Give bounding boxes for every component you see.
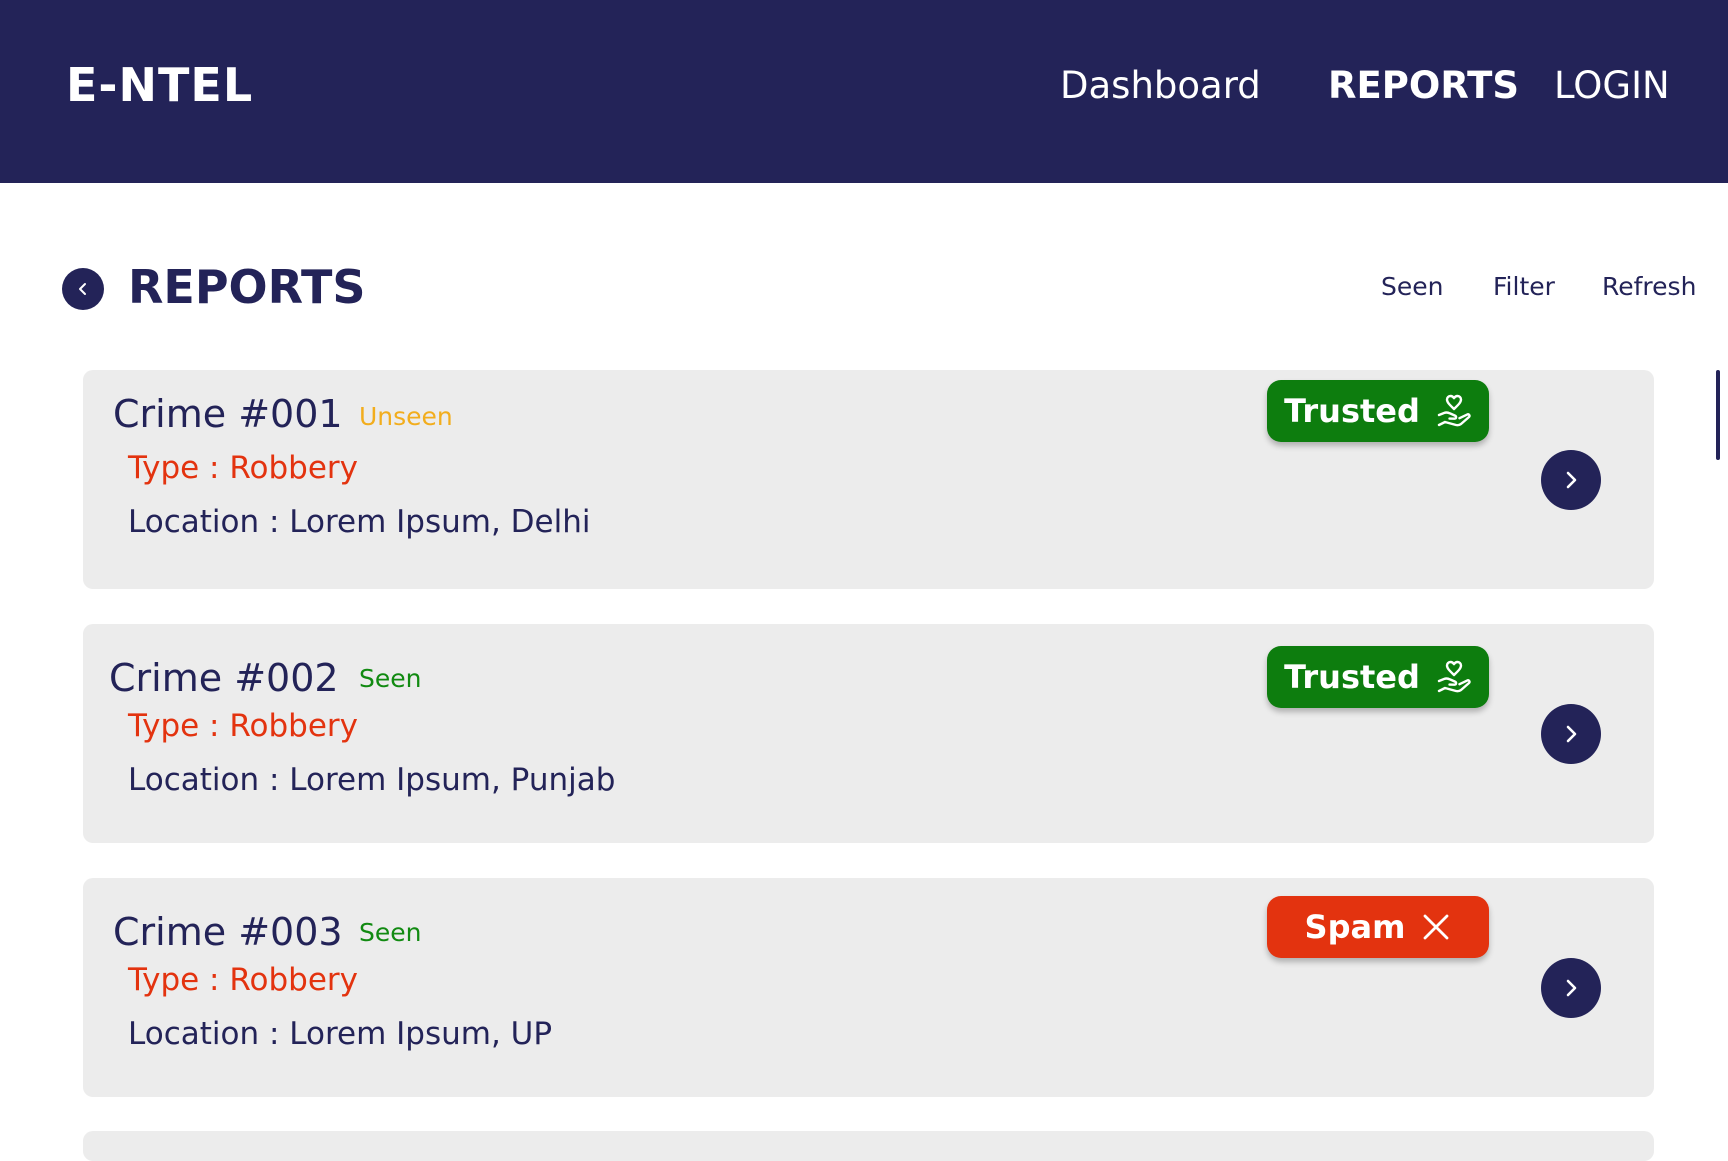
open-report-button[interactable] — [1541, 704, 1601, 764]
top-navbar: E-NTEL Dashboard REPORTS LOGIN — [0, 0, 1728, 183]
seen-status: Unseen — [359, 402, 453, 431]
seen-status: Seen — [359, 918, 422, 947]
app-logo[interactable]: E-NTEL — [66, 58, 253, 112]
report-location: Location : Lorem Ipsum, UP — [128, 1016, 553, 1052]
back-button[interactable] — [62, 268, 104, 310]
report-location: Location : Lorem Ipsum, Delhi — [128, 504, 591, 540]
trusted-badge[interactable]: Trusted — [1267, 380, 1489, 442]
chevron-right-icon — [1566, 471, 1577, 489]
nav-reports[interactable]: REPORTS — [1328, 64, 1519, 107]
report-type: Type : Robbery — [128, 962, 358, 998]
badge-label: Trusted — [1284, 392, 1420, 430]
report-card[interactable]: Crime #003 Seen Type : Robbery Location … — [83, 878, 1654, 1097]
chevron-left-icon — [79, 283, 86, 295]
badge-label: Spam — [1304, 908, 1406, 946]
trusted-badge[interactable]: Trusted — [1267, 646, 1489, 708]
badge-label: Trusted — [1284, 658, 1420, 696]
report-card[interactable] — [83, 1131, 1654, 1161]
report-title: Crime #003 — [113, 910, 343, 954]
chevron-right-icon — [1566, 979, 1577, 997]
seen-filter-button[interactable]: Seen — [1381, 272, 1443, 301]
report-title: Crime #002 — [109, 656, 339, 700]
open-report-button[interactable] — [1541, 450, 1601, 510]
report-location: Location : Lorem Ipsum, Punjab — [128, 762, 616, 798]
refresh-button[interactable]: Refresh — [1602, 272, 1696, 301]
hand-heart-icon — [1437, 394, 1471, 427]
hand-heart-icon — [1437, 660, 1471, 693]
scrollbar[interactable] — [1716, 370, 1720, 460]
page-title: REPORTS — [128, 260, 366, 314]
report-type: Type : Robbery — [128, 708, 358, 744]
nav-dashboard[interactable]: Dashboard — [1060, 64, 1261, 107]
report-card[interactable]: Crime #001 Unseen Type : Robbery Locatio… — [83, 370, 1654, 589]
report-card[interactable]: Crime #002 Seen Type : Robbery Location … — [83, 624, 1654, 843]
open-report-button[interactable] — [1541, 958, 1601, 1018]
close-icon — [1424, 914, 1449, 940]
seen-status: Seen — [359, 664, 422, 693]
filter-button[interactable]: Filter — [1493, 272, 1555, 301]
spam-badge[interactable]: Spam — [1267, 896, 1489, 958]
report-type: Type : Robbery — [128, 450, 358, 486]
chevron-right-icon — [1566, 725, 1577, 743]
nav-login[interactable]: LOGIN — [1554, 64, 1670, 107]
report-title: Crime #001 — [113, 392, 343, 436]
